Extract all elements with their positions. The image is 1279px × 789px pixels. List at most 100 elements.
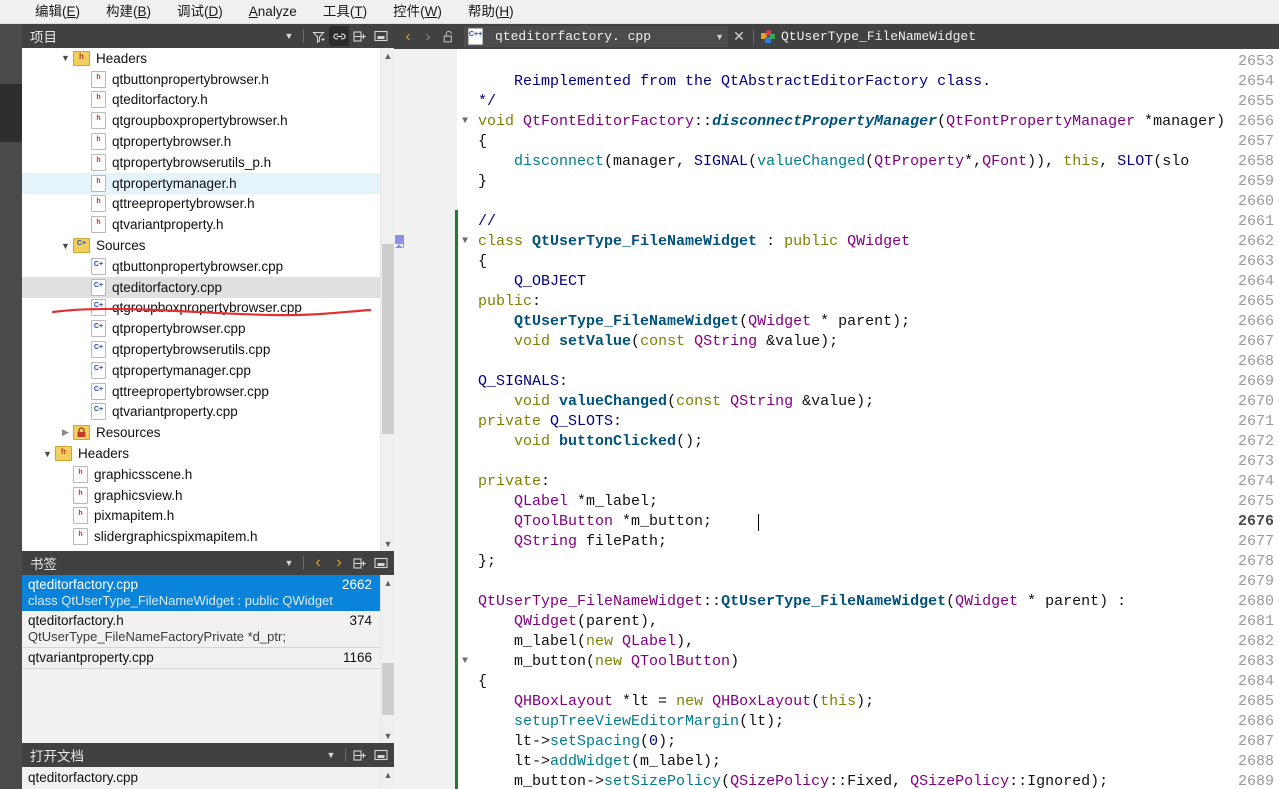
tree-item-qtgroupboxpropertybrowser-h[interactable]: qtgroupboxpropertybrowser.h bbox=[22, 110, 380, 131]
code-line[interactable]: QLabel *m_label; bbox=[478, 492, 658, 512]
open-documents-scrollbar[interactable]: ▲ bbox=[380, 767, 394, 789]
bookmark-marker-column[interactable] bbox=[394, 49, 408, 789]
open-documents-list[interactable]: qteditorfactory.cpp bbox=[22, 767, 380, 789]
activity-segment-selected[interactable] bbox=[0, 84, 22, 142]
bookmark-item[interactable]: qteditorfactory.cpp 2662 class QtUserType_… bbox=[22, 575, 380, 611]
minimize-icon[interactable] bbox=[371, 26, 391, 46]
chevron-down-icon[interactable]: ▼ bbox=[58, 241, 73, 251]
tree-item-qteditorfactory-h[interactable]: qteditorfactory.h bbox=[22, 90, 380, 111]
project-tree[interactable]: ▼ Headers qtbuttonpropertybrowser.h qtedito… bbox=[22, 48, 394, 551]
tree-item-qteditorfactory-cpp[interactable]: qteditorfactory.cpp bbox=[22, 276, 380, 298]
scroll-up-arrow[interactable]: ▲ bbox=[381, 767, 395, 782]
code-line[interactable]: m_button->setSizePolicy(QSizePolicy::Fix… bbox=[478, 772, 1108, 789]
fold-toggle-icon[interactable]: ▼ bbox=[458, 232, 472, 252]
chevron-down-icon[interactable]: ▼ bbox=[715, 32, 724, 42]
bookmark-item[interactable]: qtvariantproperty.cpp 1166 bbox=[22, 648, 380, 669]
tree-item-qtpropertymanager-h[interactable]: qtpropertymanager.h bbox=[22, 172, 380, 194]
code-line[interactable]: private Q_SLOTS: bbox=[478, 412, 622, 432]
code-line[interactable]: void buttonClicked(); bbox=[478, 432, 703, 452]
chevron-down-icon[interactable]: ▼ bbox=[40, 449, 55, 459]
tree-item-qtvariantproperty-h[interactable]: qtvariantproperty.h bbox=[22, 214, 380, 235]
tree-item-qtpropertybrowser-cpp[interactable]: qtpropertybrowser.cpp bbox=[22, 318, 380, 339]
code-line[interactable]: QWidget(parent), bbox=[478, 612, 658, 632]
tree-item-graphicsview-h[interactable]: graphicsview.h bbox=[22, 485, 380, 506]
code-line[interactable]: QtUserType_FileNameWidget(QWidget * pare… bbox=[478, 312, 910, 332]
activity-segment-top[interactable] bbox=[0, 24, 22, 84]
split-icon[interactable] bbox=[350, 745, 370, 765]
code-line[interactable]: class QtUserType_FileNameWidget : public… bbox=[478, 232, 910, 252]
tree-item-qttreepropertybrowser-h[interactable]: qttreepropertybrowser.h bbox=[22, 194, 380, 215]
code-line[interactable]: private: bbox=[478, 472, 550, 492]
tree-item-qtpropertybrowserutils-cpp[interactable]: qtpropertybrowserutils.cpp bbox=[22, 339, 380, 360]
filter-icon[interactable] bbox=[308, 26, 328, 46]
tree-item-qtbuttonpropertybrowser-h[interactable]: qtbuttonpropertybrowser.h bbox=[22, 69, 380, 90]
code-line[interactable]: lt->addWidget(m_label); bbox=[478, 752, 721, 772]
scroll-down-arrow[interactable]: ▼ bbox=[381, 728, 395, 743]
tree-item-headers[interactable]: ▼ Headers bbox=[22, 48, 380, 69]
code-line[interactable]: } bbox=[478, 172, 487, 192]
code-line[interactable]: void valueChanged(const QString &value); bbox=[478, 392, 874, 412]
tree-item-qtgroupboxpropertybrowser-cpp[interactable]: qtgroupboxpropertybrowser.cpp bbox=[22, 298, 380, 319]
menu-item-1[interactable]: 编辑(E) bbox=[22, 0, 93, 24]
menu-item-2[interactable]: 构建(B) bbox=[93, 0, 164, 24]
tree-item-qtpropertybrowserutils-p-h[interactable]: qtpropertybrowserutils_p.h bbox=[22, 152, 380, 173]
tree-item-slidergraphicspixmapitem-h[interactable]: slidergraphicspixmapitem.h bbox=[22, 526, 380, 547]
code-line[interactable]: Reimplemented from the QtAbstractEditorF… bbox=[478, 72, 991, 92]
symbol-selector-combobox[interactable]: QtUserType_FileNameWidget bbox=[757, 29, 976, 44]
tree-item-qtpropertymanager-cpp[interactable]: qtpropertymanager.cpp bbox=[22, 360, 380, 381]
bookmarks-scrollbar[interactable]: ▲ ▼ bbox=[380, 575, 394, 743]
scroll-up-arrow[interactable]: ▲ bbox=[381, 48, 394, 63]
code-line[interactable]: { bbox=[478, 252, 487, 272]
fold-toggle-icon[interactable]: ▼ bbox=[458, 112, 472, 132]
project-tree-scrollbar[interactable]: ▲ ▼ bbox=[380, 48, 394, 551]
unlocked-padlock-icon[interactable] bbox=[438, 27, 460, 47]
minimize-icon[interactable] bbox=[371, 553, 391, 573]
code-line[interactable]: void setValue(const QString &value); bbox=[478, 332, 838, 352]
code-line[interactable]: { bbox=[478, 132, 487, 152]
menu-item-7[interactable]: 帮助(H) bbox=[455, 0, 527, 24]
scroll-up-arrow[interactable]: ▲ bbox=[381, 575, 395, 590]
scroll-thumb[interactable] bbox=[382, 244, 394, 434]
tree-item-qttreepropertybrowser-cpp[interactable]: qttreepropertybrowser.cpp bbox=[22, 381, 380, 402]
dropdown-icon[interactable]: ▼ bbox=[279, 26, 299, 46]
code-line[interactable]: QString filePath; bbox=[478, 532, 667, 552]
tree-item-sources[interactable]: ▼ Sources bbox=[22, 235, 380, 256]
code-line[interactable]: Q_OBJECT bbox=[478, 272, 586, 292]
menu-item-4[interactable]: Analyze bbox=[236, 0, 310, 24]
back-icon[interactable]: ‹ bbox=[398, 27, 418, 47]
split-icon[interactable] bbox=[350, 26, 370, 46]
list-item[interactable]: qteditorfactory.cpp bbox=[22, 767, 380, 785]
code-line[interactable]: lt->setSpacing(0); bbox=[478, 732, 676, 752]
minimize-icon[interactable] bbox=[371, 745, 391, 765]
menu-item-5[interactable]: 工具(T) bbox=[310, 0, 380, 24]
chevron-down-icon[interactable]: ▼ bbox=[58, 53, 73, 63]
menu-item-6[interactable]: 控件(W) bbox=[380, 0, 455, 24]
tree-item-qtpropertybrowser-h[interactable]: qtpropertybrowser.h bbox=[22, 131, 380, 152]
chevron-right-icon[interactable]: ▶ bbox=[58, 427, 73, 438]
close-icon[interactable]: ✕ bbox=[728, 28, 750, 45]
tree-item-graphicsscene-h[interactable]: graphicsscene.h bbox=[22, 464, 380, 485]
fold-toggle-icon[interactable]: ▼ bbox=[458, 652, 472, 672]
code-line[interactable]: disconnect(manager, SIGNAL(valueChanged(… bbox=[478, 152, 1189, 172]
code-line[interactable]: // bbox=[478, 212, 496, 232]
tree-item-qtvariantproperty-cpp[interactable]: qtvariantproperty.cpp bbox=[22, 402, 380, 423]
code-line[interactable]: Q_SIGNALS: bbox=[478, 372, 568, 392]
tree-item-headers[interactable]: ▼ Headers bbox=[22, 443, 380, 464]
dropdown-icon[interactable]: ▼ bbox=[279, 553, 299, 573]
dropdown-icon[interactable]: ▼ bbox=[321, 745, 341, 765]
code-area[interactable]: 2653 2654 Reimplemented from the QtAbstra… bbox=[394, 49, 1279, 789]
code-line[interactable]: public: bbox=[478, 292, 541, 312]
code-line[interactable]: void QtFontEditorFactory::disconnectProp… bbox=[478, 112, 1225, 132]
menu-item-3[interactable]: 调试(D) bbox=[164, 0, 236, 24]
next-bookmark-icon[interactable]: › bbox=[329, 553, 349, 573]
scroll-thumb[interactable] bbox=[382, 663, 394, 715]
code-line[interactable]: QtUserType_FileNameWidget::QtUserType_Fi… bbox=[478, 592, 1126, 612]
link-icon[interactable] bbox=[329, 26, 349, 46]
code-line[interactable]: QHBoxLayout *lt = new QHBoxLayout(this); bbox=[478, 692, 874, 712]
bookmark-item[interactable]: qteditorfactory.h 374 QtUserType_FileNameF… bbox=[22, 611, 380, 648]
activity-segment-bottom[interactable] bbox=[0, 142, 22, 789]
code-line[interactable]: m_button(new QToolButton) bbox=[478, 652, 739, 672]
bookmark-flag-icon[interactable] bbox=[395, 235, 404, 248]
split-icon[interactable] bbox=[350, 553, 370, 573]
scroll-down-arrow[interactable]: ▼ bbox=[381, 536, 394, 551]
